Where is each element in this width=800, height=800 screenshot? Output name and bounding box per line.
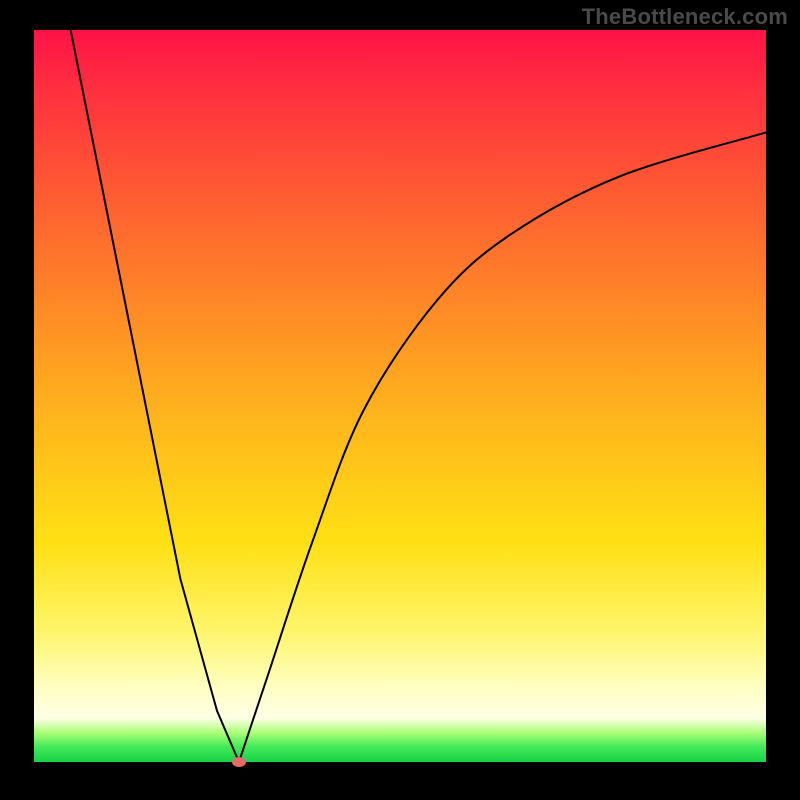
bottleneck-curve (34, 30, 766, 762)
curve-path (71, 30, 766, 762)
chart-frame: TheBottleneck.com (0, 0, 800, 800)
watermark-text: TheBottleneck.com (582, 4, 788, 30)
minimum-marker (232, 757, 246, 767)
